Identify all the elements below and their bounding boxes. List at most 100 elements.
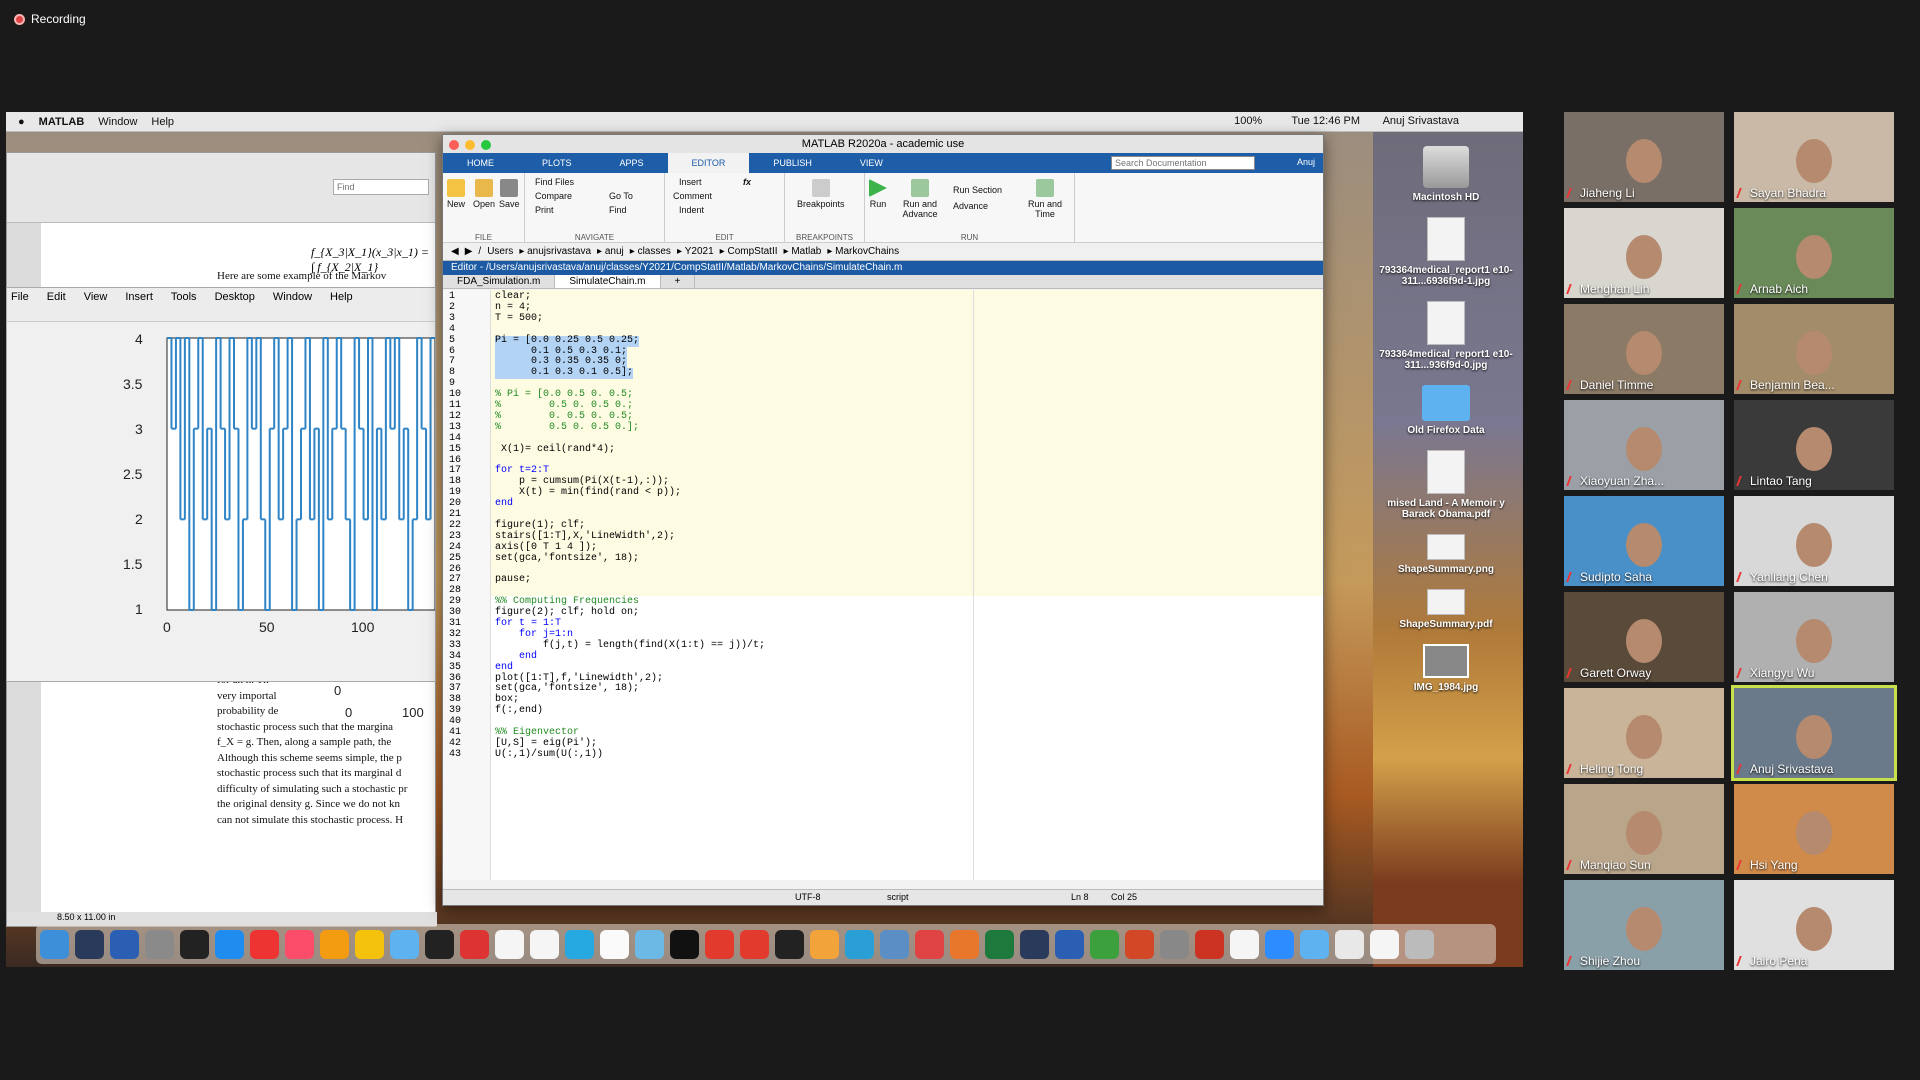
fig-menu-window[interactable]: Window [273,291,312,303]
fig-menu-help[interactable]: Help [330,291,353,303]
desktop-icon-firefox-data[interactable]: Old Firefox Data [1376,385,1516,436]
tab-apps[interactable]: APPS [596,153,668,173]
new-tab-icon[interactable]: + [661,275,696,288]
find-button[interactable]: Find [609,205,627,215]
participant-tile[interactable]: Menghan Lin [1564,208,1724,298]
insert-button[interactable]: Insert [679,177,702,187]
minimize-window-icon[interactable] [465,140,475,150]
dock-app-icon[interactable] [1265,929,1294,959]
desktop-icon-shape-png[interactable]: ShapeSummary.png [1376,534,1516,575]
crumb[interactable]: Users [487,246,513,257]
dock-app-icon[interactable] [40,929,69,959]
participant-tile[interactable]: Xiangyu Wu [1734,592,1894,682]
crumb[interactable]: Y2021 [685,246,714,257]
dock-app-icon[interactable] [425,929,454,959]
fx-icon[interactable]: fx [743,177,751,187]
fig-menu-view[interactable]: View [84,291,108,303]
save-button[interactable]: Save [499,179,520,209]
dock-app-icon[interactable] [110,929,139,959]
dock-app-icon[interactable] [530,929,559,959]
dock-app-icon[interactable] [390,929,419,959]
participant-tile[interactable]: Lintao Tang [1734,400,1894,490]
desktop-icon-memoir[interactable]: mised Land - A Memoir y Barack Obama.pdf [1376,450,1516,520]
participant-tile[interactable]: Garett Orway [1564,592,1724,682]
dock-app-icon[interactable] [145,929,174,959]
fig-menu-edit[interactable]: Edit [47,291,66,303]
menu-help[interactable]: Help [151,116,174,128]
pdf-find-input[interactable] [333,179,429,195]
crumb[interactable]: classes [638,246,671,257]
search-documentation-input[interactable] [1111,156,1255,170]
print-button[interactable]: Print [535,205,554,215]
dock-app-icon[interactable] [600,929,629,959]
close-window-icon[interactable] [449,140,459,150]
fig-menu-insert[interactable]: Insert [125,291,153,303]
indent-button[interactable]: Indent [679,205,704,215]
dock-app-icon[interactable] [950,929,979,959]
dock-app-icon[interactable] [320,929,349,959]
participant-tile[interactable]: Sudipto Saha [1564,496,1724,586]
find-files-button[interactable]: Find Files [535,177,574,187]
participant-tile[interactable]: Anuj Srivastava [1731,685,1897,781]
back-arrow-icon[interactable]: ◀ [451,246,459,257]
participant-tile[interactable]: Xiaoyuan Zha... [1564,400,1724,490]
dock-app-icon[interactable] [1300,929,1329,959]
new-button[interactable]: New [447,179,465,209]
crumb[interactable]: Matlab [791,246,821,257]
dock-app-icon[interactable] [1125,929,1154,959]
desktop-icon-img1984[interactable]: IMG_1984.jpg [1376,644,1516,693]
forward-arrow-icon[interactable]: ▶ [465,246,473,257]
desktop-icon-shape-pdf[interactable]: ShapeSummary.pdf [1376,589,1516,630]
zoom-window-icon[interactable] [481,140,491,150]
dock-app-icon[interactable] [75,929,104,959]
participant-tile[interactable]: Arnab Aich [1734,208,1894,298]
dock-app-icon[interactable] [495,929,524,959]
dock-app-icon[interactable] [355,929,384,959]
dock-app-icon[interactable] [1335,929,1364,959]
tab-plots[interactable]: PLOTS [518,153,596,173]
dock-app-icon[interactable] [1230,929,1259,959]
user-menu[interactable]: Anuj Srivastava [1383,115,1459,127]
participant-tile[interactable]: Jiaheng Li [1564,112,1724,202]
dock-app-icon[interactable] [635,929,664,959]
run-and-advance-button[interactable]: Run and Advance [899,179,941,219]
dock-app-icon[interactable] [670,929,699,959]
tab-editor[interactable]: EDITOR [667,153,750,173]
crumb[interactable]: CompStatII [727,246,777,257]
desktop-icon-macintosh-hd[interactable]: Macintosh HD [1376,146,1516,203]
participant-tile[interactable]: Heling Tong [1564,688,1724,778]
dock-app-icon[interactable] [1055,929,1084,959]
dock-app-icon[interactable] [915,929,944,959]
participant-tile[interactable]: Sayan Bhadra [1734,112,1894,202]
dock-app-icon[interactable] [705,929,734,959]
dock-app-icon[interactable] [215,929,244,959]
participant-tile[interactable]: Jairo Pena [1734,880,1894,970]
dock-app-icon[interactable] [285,929,314,959]
file-tab-active[interactable]: SimulateChain.m [555,275,661,288]
apple-icon[interactable]: ● [18,116,25,128]
participant-tile[interactable]: Benjamin Bea... [1734,304,1894,394]
tab-home[interactable]: HOME [443,153,518,173]
dock-app-icon[interactable] [250,929,279,959]
crumb[interactable]: anujsrivastava [527,246,591,257]
fig-menu-tools[interactable]: Tools [171,291,197,303]
clock[interactable]: Tue 12:46 PM [1291,115,1360,127]
open-button[interactable]: Open [473,179,495,209]
advance-button[interactable]: Advance [953,201,988,211]
dock-app-icon[interactable] [810,929,839,959]
user-account-menu[interactable]: Anuj [1297,157,1315,167]
dock-app-icon[interactable] [845,929,874,959]
code-editor[interactable]: 1 clear; 2 n = 4; 3 T = 500; 4 5 Pi = [0.0 0.25 … [443,290,1323,880]
menu-window[interactable]: Window [98,116,137,128]
dock-app-icon[interactable] [985,929,1014,959]
breakpoints-button[interactable]: Breakpoints [797,179,845,209]
run-and-time-button[interactable]: Run and Time [1025,179,1065,219]
dock-app-icon[interactable] [775,929,804,959]
participant-tile[interactable]: Shijie Zhou [1564,880,1724,970]
fig-menu-desktop[interactable]: Desktop [215,291,255,303]
fig-menu-file[interactable]: File [11,291,29,303]
run-section-button[interactable]: Run Section [953,185,1002,195]
dock-app-icon[interactable] [180,929,209,959]
dock-app-icon[interactable] [740,929,769,959]
dock-app-icon[interactable] [1090,929,1119,959]
